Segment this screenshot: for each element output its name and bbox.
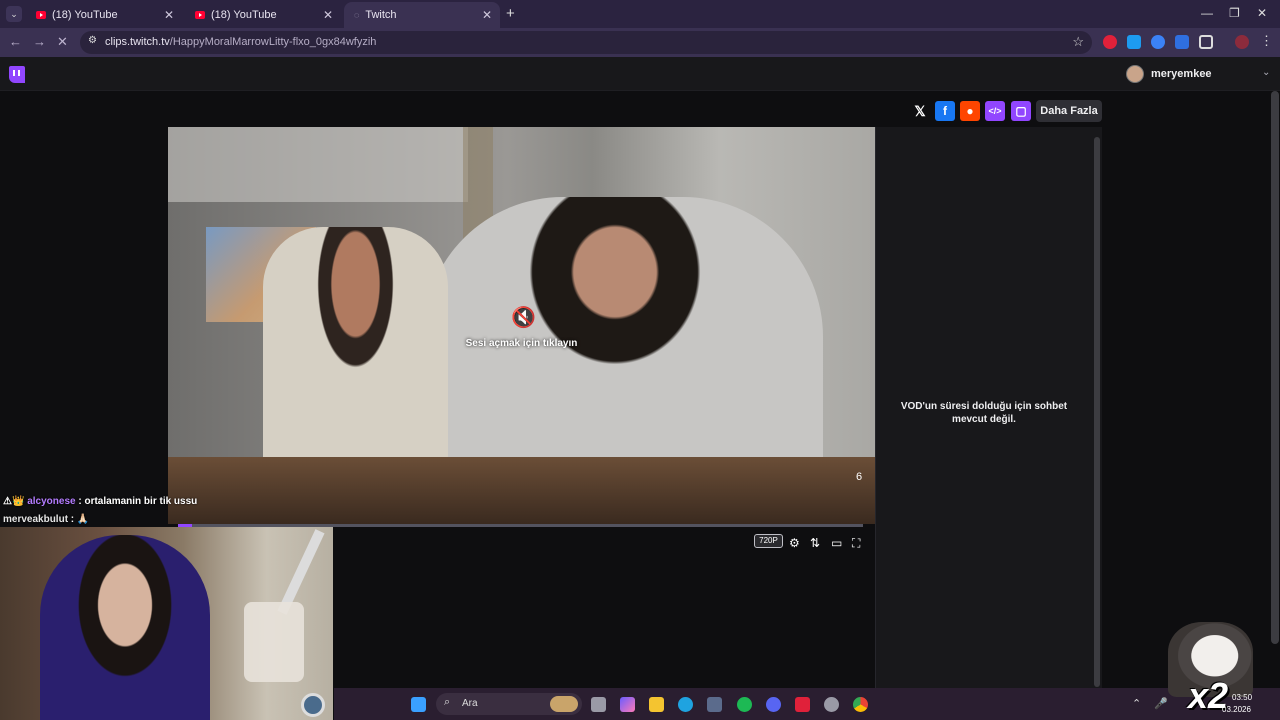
close-icon[interactable]: ✕ bbox=[482, 8, 492, 22]
copilot-icon[interactable] bbox=[620, 697, 635, 712]
search-icon: ⌕ bbox=[444, 696, 451, 708]
taskbar-clock-time[interactable]: 03:50 bbox=[1232, 693, 1252, 702]
stream-chat-line: ⚠👑 alcyonese : ortalamanin bir tik ussu bbox=[3, 496, 198, 507]
browser-tab-bar: ⌄ (18) YouTube ✕ (18) YouTube ✕ ◌ Twitch… bbox=[0, 0, 1280, 28]
twitch-logo-icon[interactable] bbox=[9, 66, 25, 83]
extension-red-icon[interactable] bbox=[1103, 35, 1117, 49]
loading-icon: ◌ bbox=[354, 10, 360, 20]
chat-message: 🙏🏻 bbox=[76, 514, 90, 525]
share-x-icon[interactable]: 𝕏 bbox=[910, 101, 930, 121]
extension-translate-icon[interactable] bbox=[1127, 35, 1141, 49]
profile-avatar[interactable] bbox=[1235, 35, 1249, 49]
tab-youtube-2[interactable]: (18) YouTube ✕ bbox=[185, 2, 341, 28]
restore-icon[interactable]: ❐ bbox=[1229, 6, 1240, 20]
webcam-badge-icon bbox=[301, 693, 325, 717]
stream-chat-line: merveakbulut : 🙏🏻 bbox=[3, 514, 90, 525]
video-frame-cabinet bbox=[168, 127, 468, 202]
forward-icon[interactable]: → bbox=[33, 34, 46, 49]
url-path: /HappyMoralMarrowLitty-flxo_0gx84wfyzih bbox=[169, 36, 377, 48]
windows-start-icon[interactable] bbox=[411, 697, 426, 712]
username[interactable]: meryemkee bbox=[1151, 68, 1212, 80]
youtube-icon bbox=[195, 11, 205, 19]
tab-youtube-1[interactable]: (18) YouTube ✕ bbox=[26, 2, 182, 28]
chat-panel: VOD'un süresi dolduğu için sohbet mevcut… bbox=[875, 127, 1102, 688]
chevron-down-icon[interactable]: ⌄ bbox=[1262, 67, 1270, 78]
youtube-icon bbox=[36, 11, 46, 19]
tab-title: (18) YouTube bbox=[211, 9, 277, 21]
browser-menu-icon[interactable]: ⋮ bbox=[1260, 33, 1273, 49]
tab-twitch[interactable]: ◌ Twitch ✕ bbox=[344, 2, 500, 28]
file-explorer-icon[interactable] bbox=[649, 697, 664, 712]
discord-icon[interactable] bbox=[766, 697, 781, 712]
steam-icon[interactable] bbox=[824, 697, 839, 712]
close-icon[interactable]: ✕ bbox=[164, 8, 174, 22]
back-icon[interactable]: ← bbox=[9, 34, 22, 49]
browser-toolbar: ← → ✕ ⚙ clips.twitch.tv/HappyMoralMarrow… bbox=[0, 28, 1280, 57]
os-taskbar: ⌕ Ara ⌃ 🎤 bbox=[334, 688, 1280, 720]
webcam-overlay bbox=[0, 527, 333, 720]
chat-scrollbar[interactable] bbox=[1094, 137, 1100, 687]
window-close-icon[interactable]: ✕ bbox=[1257, 6, 1267, 20]
page-scrollbar[interactable] bbox=[1271, 91, 1279, 644]
extension-shield-icon[interactable] bbox=[1175, 35, 1189, 49]
url-text: clips.twitch.tv/HappyMoralMarrowLitty-fl… bbox=[105, 36, 376, 48]
stop-loading-icon[interactable]: ✕ bbox=[57, 34, 68, 50]
close-icon[interactable]: ✕ bbox=[323, 8, 333, 22]
taskbar-clock-date[interactable]: 03.2026 bbox=[1222, 705, 1251, 714]
fullscreen-icon[interactable]: ⛶ bbox=[852, 536, 860, 551]
twitch-top-nav: meryemkee ⌄ bbox=[0, 57, 1280, 91]
share-reddit-icon[interactable]: ● bbox=[960, 101, 980, 121]
extension-audio-icon[interactable] bbox=[1151, 35, 1165, 49]
search-highlight-icon bbox=[550, 696, 578, 712]
extensions-puzzle-icon[interactable] bbox=[1199, 35, 1213, 49]
muted-speaker-icon[interactable]: 🔇 bbox=[511, 305, 536, 330]
chrome-icon[interactable] bbox=[853, 697, 868, 712]
edge-icon[interactable] bbox=[678, 697, 693, 712]
store-icon[interactable] bbox=[707, 697, 722, 712]
chat-message: ortalamanin bir tik ussu bbox=[84, 496, 198, 507]
new-tab-button[interactable]: + bbox=[506, 5, 515, 22]
clip-icon[interactable]: ⇅ bbox=[810, 536, 820, 550]
video-frame-table bbox=[168, 457, 875, 524]
tray-chevron-up-icon[interactable]: ⌃ bbox=[1132, 697, 1141, 710]
settings-gear-icon[interactable]: ⚙ bbox=[789, 536, 800, 550]
share-clip-icon[interactable]: ▢ bbox=[1011, 101, 1031, 121]
app-red-icon[interactable] bbox=[795, 697, 810, 712]
unmute-hint[interactable]: Sesi açmak için tıklayın bbox=[168, 338, 875, 349]
microphone-icon[interactable]: 🎤 bbox=[1154, 697, 1168, 710]
address-bar[interactable]: ⚙ clips.twitch.tv/HappyMoralMarrowLitty-… bbox=[80, 31, 1092, 54]
video-frame-boy bbox=[263, 227, 448, 487]
webcam-mug bbox=[244, 602, 304, 682]
chat-username: merveakbulut bbox=[3, 514, 69, 525]
webcam-person bbox=[40, 535, 210, 720]
avatar[interactable] bbox=[1126, 65, 1144, 83]
chat-unavailable-message: VOD'un süresi dolduğu için sohbet mevcut… bbox=[900, 401, 1068, 425]
video-counter: 6 bbox=[856, 471, 863, 483]
chat-username: alcyonese bbox=[27, 496, 76, 507]
clip-video-player[interactable]: 🔇 Sesi açmak için tıklayın 6 bbox=[168, 127, 875, 524]
spotify-icon[interactable] bbox=[737, 697, 752, 712]
chat-badges: ⚠👑 bbox=[3, 496, 25, 507]
share-embed-icon[interactable]: </> bbox=[985, 101, 1005, 121]
site-info-icon[interactable]: ⚙ bbox=[88, 35, 97, 46]
taskbar-search-label: Ara bbox=[462, 698, 478, 709]
bookmark-star-icon[interactable]: ☆ bbox=[1072, 34, 1084, 50]
tab-search-button[interactable]: ⌄ bbox=[6, 6, 22, 22]
task-view-icon[interactable] bbox=[591, 697, 606, 712]
url-host: clips.twitch.tv bbox=[105, 36, 170, 48]
tab-title: (18) YouTube bbox=[52, 9, 118, 21]
taskbar-search[interactable]: ⌕ Ara bbox=[436, 693, 582, 715]
minimize-icon[interactable]: — bbox=[1201, 6, 1213, 20]
quality-badge[interactable]: 720P bbox=[754, 534, 783, 548]
theatre-mode-icon[interactable]: ▭ bbox=[831, 536, 842, 550]
share-facebook-icon[interactable]: f bbox=[935, 101, 955, 121]
share-more-button[interactable]: Daha Fazla bbox=[1036, 100, 1102, 122]
tab-title: Twitch bbox=[365, 9, 397, 21]
